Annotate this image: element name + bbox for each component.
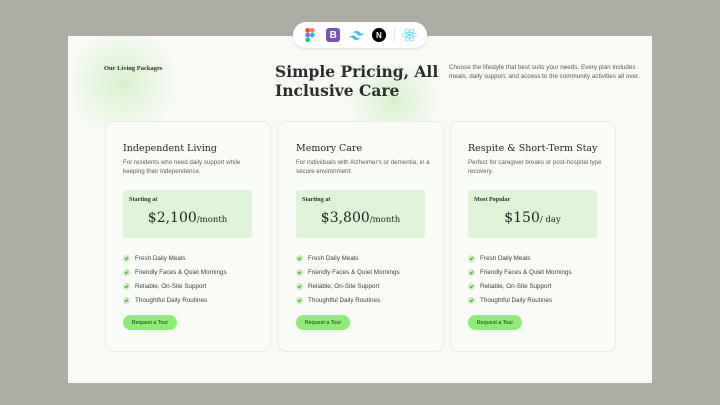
price-period: /month	[369, 215, 401, 225]
price-box: Most Popular $150/ day	[468, 190, 597, 238]
feature-item: Reliable, On-Site Support	[296, 279, 400, 293]
pricing-section: Our Living Packages Simple Pricing, All …	[68, 36, 652, 383]
price-amount: $2,100	[147, 210, 197, 226]
price-box: Starting at $3,800/month	[296, 190, 425, 238]
section-eyebrow: Our Living Packages	[104, 65, 163, 72]
feature-item: Fresh Daily Meals	[468, 251, 572, 265]
check-icon	[296, 268, 303, 276]
check-icon	[296, 296, 303, 304]
tool-toolbar: B N	[293, 22, 427, 48]
feature-label: Thoughtful Daily Routines	[135, 296, 208, 304]
feature-label: Friendly Faces & Quiet Mornings	[135, 268, 227, 276]
price-period: /month	[196, 215, 228, 225]
price-label: Starting at	[302, 196, 331, 203]
check-icon	[123, 254, 130, 262]
feature-label: Friendly Faces & Quiet Mornings	[308, 268, 400, 276]
check-icon	[468, 296, 475, 304]
feature-item: Fresh Daily Meals	[123, 251, 227, 265]
decorative-glow-left	[68, 36, 182, 132]
price-box: Starting at $2,100/month	[123, 190, 252, 238]
bootstrap-icon[interactable]: B	[325, 27, 341, 43]
card-title: Independent Living	[123, 143, 218, 154]
feature-label: Reliable, On-Site Support	[308, 282, 380, 290]
pricing-card-respite: Respite & Short-Term Stay Perfect for ca…	[450, 121, 616, 352]
feature-label: Reliable, On-Site Support	[135, 282, 207, 290]
nextjs-letter: N	[371, 28, 386, 42]
figma-icon[interactable]	[302, 27, 318, 43]
feature-item: Friendly Faces & Quiet Mornings	[296, 265, 400, 279]
feature-item: Friendly Faces & Quiet Mornings	[123, 265, 227, 279]
feature-item: Reliable, On-Site Support	[468, 279, 572, 293]
card-title: Memory Care	[296, 143, 363, 154]
price-period: / day	[539, 215, 561, 225]
tailwind-icon[interactable]	[348, 27, 364, 43]
pricing-card-memory-care: Memory Care For individuals with Alzheim…	[278, 121, 444, 352]
bootstrap-letter: B	[326, 28, 341, 42]
feature-label: Thoughtful Daily Routines	[308, 296, 381, 304]
feature-label: Thoughtful Daily Routines	[480, 296, 553, 304]
nextjs-icon[interactable]: N	[371, 27, 387, 43]
feature-list: Fresh Daily Meals Friendly Faces & Quiet…	[296, 251, 400, 307]
price-amount: $150	[504, 210, 540, 226]
request-tour-button[interactable]: Request a Tour	[296, 315, 350, 330]
pricing-card-independent-living: Independent Living For residents who nee…	[105, 121, 271, 352]
check-icon	[468, 268, 475, 276]
check-icon	[296, 254, 303, 262]
card-description: For residents who need daily support whi…	[123, 159, 241, 175]
feature-label: Fresh Daily Meals	[480, 254, 531, 262]
feature-item: Thoughtful Daily Routines	[123, 293, 227, 307]
card-title: Respite & Short-Term Stay	[468, 143, 598, 154]
price-label: Starting at	[129, 196, 158, 203]
request-tour-button[interactable]: Request a Tour	[123, 315, 177, 330]
feature-label: Friendly Faces & Quiet Mornings	[480, 268, 572, 276]
section-intro: Choose the lifestyle that best suits you…	[449, 64, 640, 80]
check-icon	[468, 254, 475, 262]
check-icon	[296, 282, 303, 290]
card-description: Perfect for caregiver breaks or post-hos…	[468, 159, 602, 175]
price-amount: $3,800	[320, 210, 370, 226]
feature-item: Reliable, On-Site Support	[123, 279, 227, 293]
toolbar-divider	[393, 28, 395, 42]
feature-list: Fresh Daily Meals Friendly Faces & Quiet…	[468, 251, 572, 307]
react-icon[interactable]	[402, 27, 418, 43]
check-icon	[123, 296, 130, 304]
check-icon	[468, 282, 475, 290]
feature-item: Fresh Daily Meals	[296, 251, 400, 265]
check-icon	[123, 282, 130, 290]
feature-label: Fresh Daily Meals	[308, 254, 359, 262]
page-title: Simple Pricing, All Inclusive Care	[275, 62, 439, 100]
card-description: For individuals with Alzheimer's or deme…	[296, 159, 430, 175]
price-label: Most Popular	[474, 196, 511, 203]
request-tour-button[interactable]: Request a Tour	[468, 315, 522, 330]
feature-item: Thoughtful Daily Routines	[468, 293, 572, 307]
feature-item: Friendly Faces & Quiet Mornings	[468, 265, 572, 279]
price: $3,800/month	[296, 207, 425, 226]
feature-label: Fresh Daily Meals	[135, 254, 186, 262]
price: $150/ day	[468, 207, 597, 226]
feature-list: Fresh Daily Meals Friendly Faces & Quiet…	[123, 251, 227, 307]
price: $2,100/month	[123, 207, 252, 226]
feature-item: Thoughtful Daily Routines	[296, 293, 400, 307]
feature-label: Reliable, On-Site Support	[480, 282, 552, 290]
check-icon	[123, 268, 130, 276]
